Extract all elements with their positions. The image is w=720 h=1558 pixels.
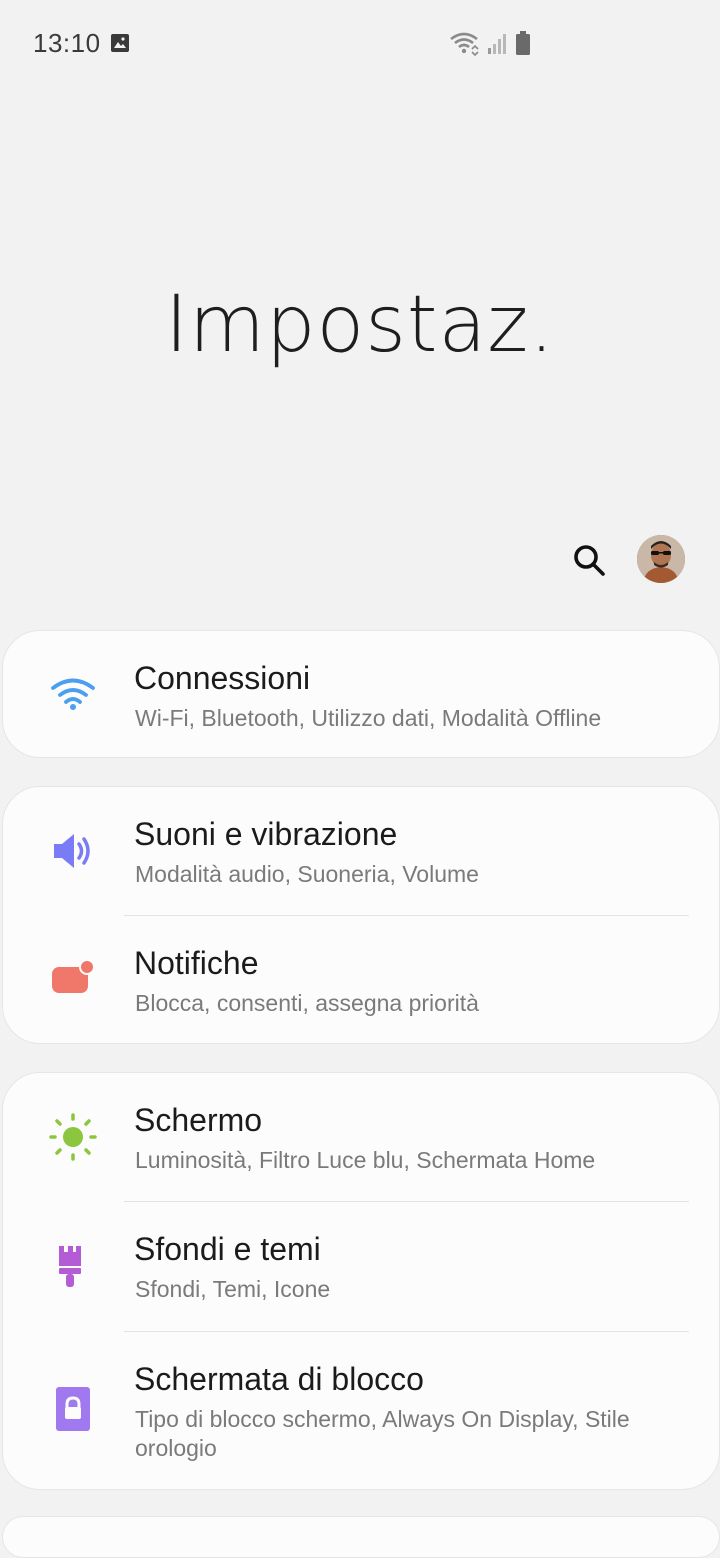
profile-avatar[interactable]	[637, 535, 685, 583]
paintbrush-icon	[59, 1246, 81, 1287]
speaker-icon	[54, 834, 90, 868]
avatar-image	[637, 535, 685, 583]
item-title: Notifiche	[134, 945, 259, 981]
notification-icon	[52, 959, 95, 993]
item-subtitle: Sfondi, Temi, Icone	[135, 1276, 331, 1302]
wifi-icon	[450, 32, 479, 56]
item-title: Connessioni	[134, 660, 311, 696]
battery-icon	[516, 31, 530, 55]
settings-item-schermo[interactable]: Schermo Luminosità, Filtro Luce blu, Sch…	[3, 1073, 719, 1201]
settings-item-schermata-blocco[interactable]: Schermata di blocco Tipo di blocco scher…	[3, 1331, 719, 1489]
settings-group-1: Connessioni Wi-Fi, Bluetooth, Utilizzo d…	[2, 630, 720, 758]
settings-item-suoni[interactable]: Suoni e vibrazione Modalità audio, Suone…	[3, 787, 719, 915]
signal-icon	[488, 34, 506, 54]
lock-icon	[56, 1387, 90, 1431]
item-subtitle: Wi-Fi, Bluetooth, Utilizzo dati, Modalit…	[135, 705, 602, 731]
search-icon[interactable]	[570, 541, 608, 579]
item-subtitle: Tipo di blocco schermo, Always On Displa…	[135, 1406, 630, 1461]
settings-item-notifiche[interactable]: Notifiche Blocca, consenti, assegna prio…	[3, 915, 719, 1043]
status-bar: 13:10	[0, 0, 720, 86]
settings-group-4	[2, 1516, 720, 1558]
item-title: Schermo	[134, 1102, 263, 1138]
settings-group-3: Schermo Luminosità, Filtro Luce blu, Sch…	[2, 1072, 720, 1490]
brightness-icon	[49, 1113, 97, 1161]
item-subtitle: Modalità audio, Suoneria, Volume	[135, 861, 479, 887]
item-title: Schermata di blocco	[134, 1361, 424, 1397]
settings-group-2: Suoni e vibrazione Modalità audio, Suone…	[2, 786, 720, 1044]
settings-item-connessioni[interactable]: Connessioni Wi-Fi, Bluetooth, Utilizzo d…	[3, 631, 719, 757]
page-title: Impostaz.	[165, 280, 555, 370]
item-subtitle: Luminosità, Filtro Luce blu, Schermata H…	[135, 1147, 596, 1173]
settings-item-sfondi[interactable]: Sfondi e temi Sfondi, Temi, Icone	[3, 1201, 719, 1331]
item-title: Suoni e vibrazione	[134, 816, 398, 852]
status-time: 13:10	[33, 28, 101, 58]
image-icon	[111, 34, 129, 52]
wifi-icon	[51, 678, 95, 710]
item-title: Sfondi e temi	[134, 1231, 321, 1267]
item-subtitle: Blocca, consenti, assegna priorità	[135, 990, 479, 1016]
